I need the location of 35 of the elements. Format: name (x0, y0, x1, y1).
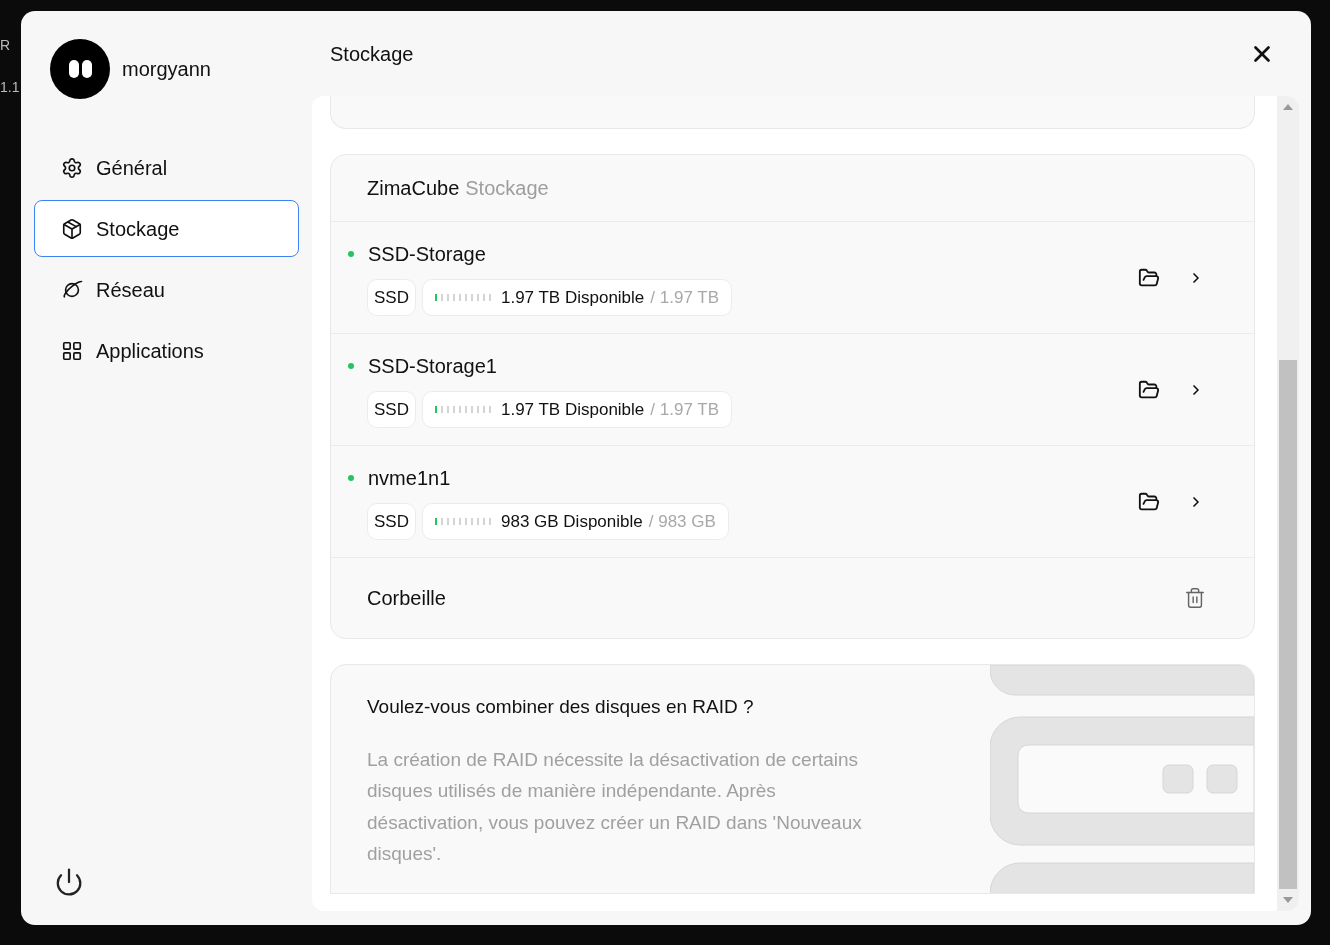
folder-icon[interactable] (1138, 378, 1160, 401)
disk-type-tag: SSD (367, 503, 416, 540)
available-text: 1.97 TB Disponible (500, 286, 645, 309)
disk-name: SSD-Storage (368, 242, 486, 267)
trash-label: Corbeille (367, 586, 446, 611)
page-title: Stockage (330, 41, 414, 67)
available-text: 983 GB Disponible (500, 510, 643, 533)
total-text: / 983 GB (648, 510, 716, 533)
sidebar-item[interactable]: Applications (34, 322, 299, 379)
sidebar-item[interactable]: Général (34, 139, 299, 196)
scrollbar[interactable] (1277, 96, 1299, 911)
raid-title: Voulez-vous combiner des disques en RAID ? (367, 695, 755, 719)
cube-icon (61, 217, 83, 240)
folder-icon[interactable] (1138, 266, 1160, 289)
folder-icon[interactable] (1138, 490, 1160, 513)
total-text: / 1.97 TB (650, 286, 719, 309)
available-text: 1.97 TB Disponible (500, 398, 645, 421)
trash-icon[interactable] (1184, 587, 1206, 609)
total-text: / 1.97 TB (650, 398, 719, 421)
grid-icon (61, 339, 83, 362)
raid-description: La création de RAID nécessite la désactivation de certains disques utilisés de manière indépendante. Après désactivation, vous pouvez créer un RAID dans 'Nouveaux disques'. (367, 747, 863, 866)
sidebar-item[interactable]: Réseau (34, 261, 299, 318)
disk-type-tag: SSD (367, 391, 416, 428)
background-text: R (0, 38, 12, 52)
disk-name: nvme1n1 (368, 466, 451, 491)
gear-icon (61, 156, 83, 179)
user-name: morgyann (122, 57, 211, 82)
card-subtitle: Stockage (465, 176, 549, 201)
sidebar-item[interactable]: Stockage (34, 200, 299, 257)
disk-type-tag: SSD (367, 279, 416, 316)
avatar (50, 39, 110, 99)
background-text: 1.1 (0, 80, 20, 94)
power-icon[interactable] (54, 867, 84, 897)
disk-name: SSD-Storage1 (368, 354, 497, 379)
device-name: ZimaCube (367, 176, 460, 201)
